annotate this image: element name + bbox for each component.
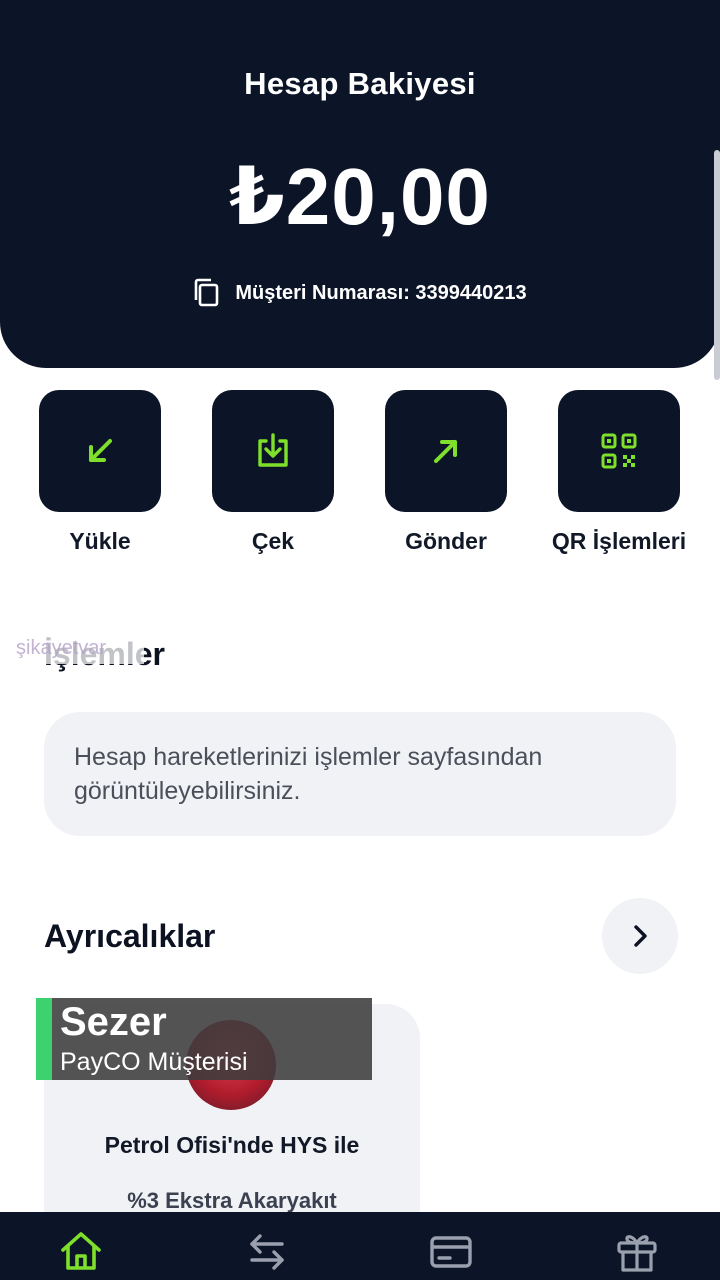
- watermark: şikayetvar: [16, 612, 144, 664]
- download-tray-icon: [258, 433, 288, 467]
- privileges-more-button[interactable]: [602, 898, 678, 974]
- balance-panel: Hesap Bakiyesi ₺20,00 Müşteri Numarası: …: [0, 0, 720, 368]
- qr-code-icon: [601, 433, 637, 469]
- privileges-title: Ayrıcalıklar: [44, 918, 216, 954]
- action-gonder[interactable]: Gönder: [356, 390, 536, 555]
- nav-transfers[interactable]: [242, 1226, 292, 1276]
- balance-amount: ₺20,00: [229, 152, 491, 241]
- action-label: QR İşlemleri: [551, 528, 687, 554]
- gift-icon: [617, 1235, 657, 1272]
- nav-gifts[interactable]: [612, 1226, 662, 1276]
- caption-role: PayCO Müşterisi: [60, 1048, 248, 1076]
- customer-number-row[interactable]: Müşteri Numarası: 3399440213: [0, 276, 720, 310]
- transactions-info-text: Hesap hareketlerinizi işlemler sayfasınd…: [74, 743, 543, 805]
- caption-name: Sezer: [60, 1000, 167, 1044]
- action-label: Çek: [251, 528, 295, 554]
- customer-number: Müşteri Numarası: 3399440213: [235, 281, 527, 304]
- card-icon: [430, 1236, 472, 1268]
- home-icon: [61, 1232, 101, 1270]
- action-cek[interactable]: Çek: [183, 390, 363, 555]
- transactions-info-card: Hesap hareketlerinizi işlemler sayfasınd…: [44, 712, 676, 836]
- bottom-nav: [0, 1212, 720, 1280]
- offer-title: Petrol Ofisi'nde HYS ile: [104, 1132, 360, 1158]
- transfer-arrows-icon: [250, 1234, 284, 1270]
- video-caption: Sezer PayCO Müşterisi: [36, 998, 372, 1080]
- scrollbar[interactable]: [714, 150, 720, 380]
- chevron-right-icon: [634, 925, 647, 947]
- action-tile[interactable]: [385, 390, 507, 512]
- action-tile[interactable]: [558, 390, 680, 512]
- nav-cards[interactable]: [426, 1226, 476, 1276]
- action-qr-islemleri[interactable]: QR İşlemleri: [529, 390, 709, 555]
- action-tile[interactable]: [39, 390, 161, 512]
- balance-title: Hesap Bakiyesi: [244, 66, 476, 101]
- action-yukle[interactable]: Yükle: [10, 390, 190, 555]
- nav-home[interactable]: [56, 1226, 106, 1276]
- action-label: Yükle: [69, 528, 131, 554]
- copy-icon[interactable]: [193, 278, 221, 308]
- offer-subtitle: %3 Ekstra Akaryakıt: [127, 1188, 337, 1213]
- action-label: Gönder: [405, 528, 487, 554]
- arrow-down-left-icon: [89, 439, 112, 462]
- quick-actions: Yükle Çek Gönder QR İşlemleri: [0, 390, 720, 570]
- action-tile[interactable]: [212, 390, 334, 512]
- arrow-up-right-icon: [434, 440, 457, 463]
